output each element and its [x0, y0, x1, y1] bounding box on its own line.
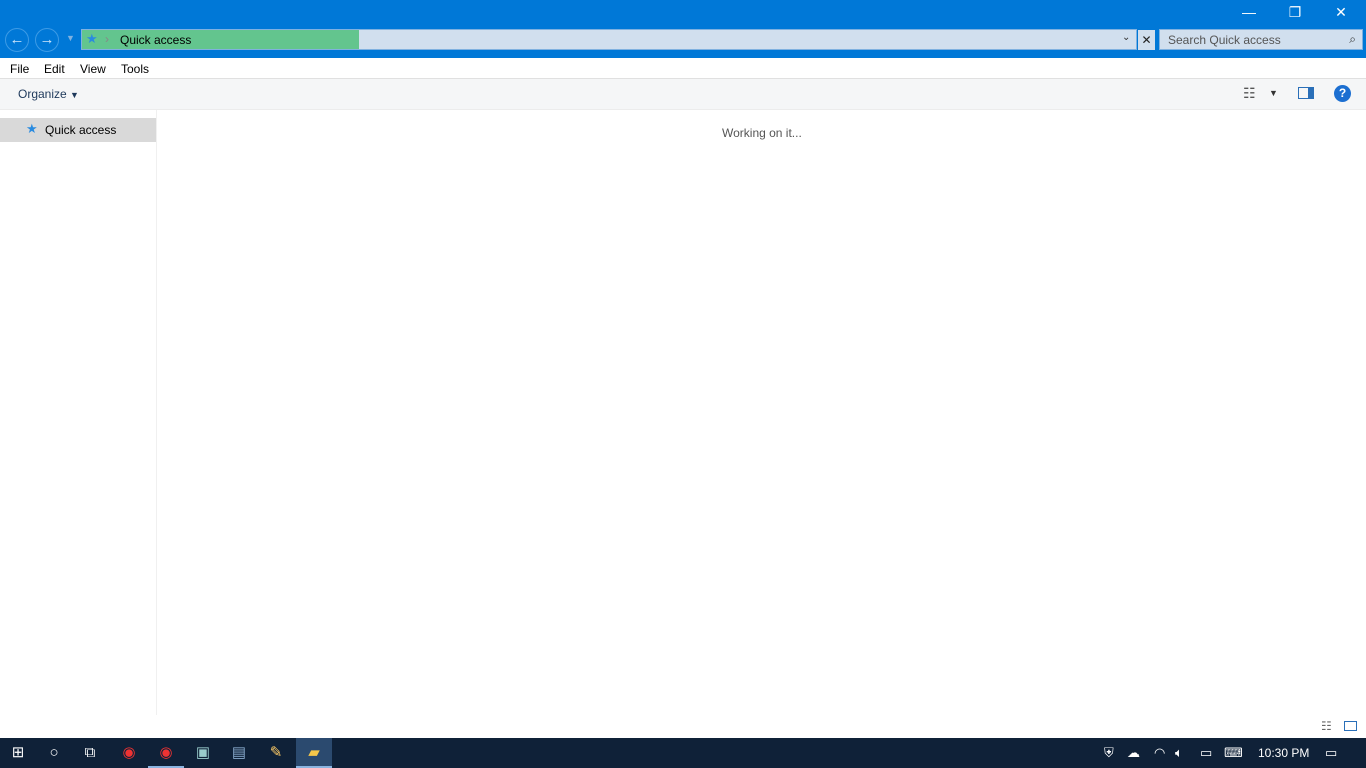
file-explorer-icon[interactable]: ▰ — [296, 738, 332, 768]
menu-tools[interactable]: Tools — [121, 62, 149, 76]
minimize-button[interactable]: — — [1226, 0, 1272, 26]
cortana-circle-icon[interactable]: ○ — [36, 738, 72, 768]
wifi-icon[interactable]: ◠ — [1154, 738, 1165, 768]
navigation-pane: ★ Quick access — [0, 110, 157, 715]
volume-icon[interactable]: 🔈︎ — [1175, 738, 1183, 768]
start-windows-icon[interactable]: ⊞ — [0, 738, 36, 768]
action-center-icon[interactable]: ▭ — [1325, 738, 1337, 768]
command-bar: Organize ▼ ☷ ▼ ? — [0, 79, 1366, 110]
paint-icon[interactable]: ✎ — [258, 738, 294, 768]
onedrive-cloud-icon[interactable]: ☁ — [1127, 738, 1140, 768]
sidebar-item-label: Quick access — [45, 123, 117, 137]
organize-label: Organize — [18, 87, 67, 101]
menu-file[interactable]: File — [10, 62, 29, 76]
chrome-icon[interactable]: ◉ — [111, 738, 147, 768]
task-view-icon[interactable]: ⧉ — [72, 738, 108, 768]
menu-edit[interactable]: Edit — [44, 62, 65, 76]
forward-button[interactable]: → — [35, 28, 59, 52]
recent-locations-icon[interactable]: ▼ — [66, 33, 75, 43]
search-input[interactable]: Search Quick access ⌕ — [1159, 29, 1363, 50]
restore-button[interactable]: ❐ — [1272, 0, 1318, 26]
close-button[interactable]: ✕ — [1318, 0, 1364, 26]
help-icon[interactable]: ? — [1334, 85, 1351, 102]
clock[interactable]: 10:30 PM — [1258, 738, 1309, 768]
keyboard-icon[interactable]: ⌨ — [1224, 738, 1243, 768]
search-icon: ⌕ — [1349, 32, 1356, 46]
breadcrumb-separator: › — [105, 32, 109, 46]
performance-monitor-icon[interactable]: ▣ — [185, 738, 221, 768]
breadcrumb-quick-access[interactable]: Quick access — [120, 33, 191, 47]
quick-access-star-icon: ★ — [26, 121, 38, 136]
search-placeholder: Search Quick access — [1168, 33, 1281, 47]
menu-bar: File Edit View Tools — [0, 58, 1366, 79]
address-dropdown-icon[interactable]: ⌄ — [1122, 32, 1130, 43]
windows-defender-icon[interactable]: ⛨ — [1104, 738, 1114, 768]
view-dropdown-icon[interactable]: ▼ — [1269, 88, 1278, 98]
quick-access-star-icon: ★ — [86, 31, 98, 46]
document-app-icon[interactable]: ▤ — [221, 738, 257, 768]
taskbar: ⊞ ○ ⧉ ◉ ◉ ▣ ▤ ✎ ▰ ⛨ ☁ ◠ 🔈︎ ▭ ⌨ 10:30 PM … — [0, 738, 1366, 768]
stop-icon[interactable]: ✕ — [1138, 30, 1155, 50]
battery-icon[interactable]: ▭ — [1200, 738, 1212, 768]
sidebar-item-quick-access[interactable]: ★ Quick access — [0, 118, 156, 142]
chrome-icon[interactable]: ◉ — [148, 738, 184, 768]
large-icons-view-icon[interactable] — [1344, 721, 1357, 731]
address-bar[interactable]: ★ › Quick access ⌄ — [81, 29, 1137, 50]
loading-status: Working on it... — [722, 126, 802, 140]
organize-button[interactable]: Organize ▼ — [18, 87, 79, 101]
change-view-icon[interactable]: ☷ — [1243, 85, 1256, 102]
back-button[interactable]: ← — [5, 28, 29, 52]
menu-view[interactable]: View — [80, 62, 106, 76]
preview-pane-icon[interactable] — [1298, 87, 1314, 99]
title-bar: — ❐ ✕ ← → ▼ ★ › Quick access ⌄ ✕ Search … — [0, 0, 1366, 58]
details-view-icon[interactable]: ☷ — [1321, 719, 1332, 733]
